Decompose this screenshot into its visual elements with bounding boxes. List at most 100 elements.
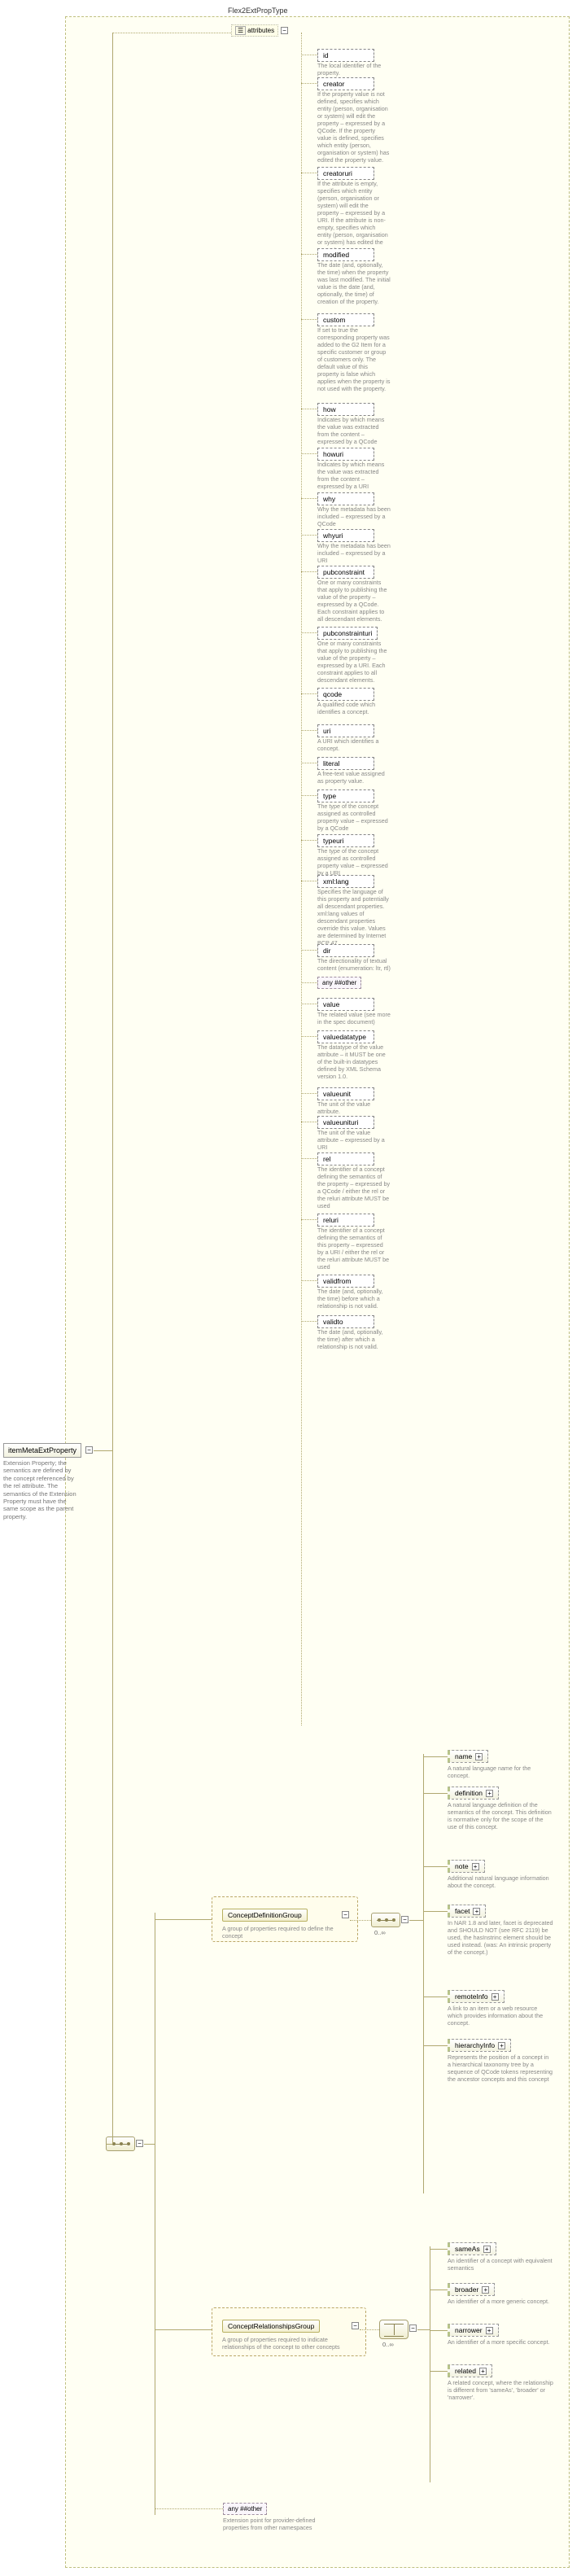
element-broader-ann: An identifier of a more generic concept. xyxy=(448,2298,553,2305)
element-note-expand[interactable]: + xyxy=(472,1863,479,1870)
element-narrower: narrower+ xyxy=(448,2324,499,2337)
any-element-ann: Extension point for provider-defined pro… xyxy=(223,2517,321,2531)
element-sameAs-expand[interactable]: + xyxy=(483,2246,491,2253)
element-remoteInfo-ann: A link to an item or a web resource whic… xyxy=(448,2005,553,2027)
element-remoteInfo-expand[interactable]: + xyxy=(491,1993,499,2001)
attr-type: type xyxy=(317,789,374,803)
rel-group-choice-expand[interactable]: − xyxy=(409,2325,417,2332)
attr-xml:lang-ann: Specifies the language of this property … xyxy=(317,888,392,947)
concept-def-group-ann: A group of properties required to define… xyxy=(222,1925,344,1940)
attr-valueunit: valueunit xyxy=(317,1087,374,1100)
attr-value: value xyxy=(317,998,374,1011)
any-attribute-box: any ##other xyxy=(317,977,361,989)
attr-valueunit-ann: The unit of the value attribute. xyxy=(317,1100,392,1115)
attr-pubconstrainturi: pubconstrainturi xyxy=(317,627,378,640)
rel-group-occ: 0..∞ xyxy=(382,2341,394,2348)
attr-reluri: reluri xyxy=(317,1214,374,1227)
root-element-label: itemMetaExtProperty xyxy=(8,1446,76,1454)
attr-whyuri-ann: Why the metadata has been included – exp… xyxy=(317,542,392,564)
element-broader-expand[interactable]: + xyxy=(482,2286,489,2294)
attributes-expand[interactable]: − xyxy=(281,27,288,34)
element-hierarchyInfo-expand[interactable]: + xyxy=(498,2042,505,2049)
attr-validfrom-ann: The date (and, optionally, the time) bef… xyxy=(317,1288,392,1310)
attr-how: how xyxy=(317,403,374,416)
any-element-box: any ##other xyxy=(223,2503,267,2515)
element-sameAs: sameAs+ xyxy=(448,2242,496,2255)
element-broader: broader+ xyxy=(448,2283,495,2296)
attr-valueunituri-ann: The unit of the value attribute – expres… xyxy=(317,1129,392,1151)
root-element-box: itemMetaExtProperty xyxy=(3,1443,81,1458)
element-name-ann: A natural language name for the concept. xyxy=(448,1765,553,1779)
element-sameAs-ann: An identifier of a concept with equivale… xyxy=(448,2257,553,2272)
attr-qcode: qcode xyxy=(317,688,374,701)
attr-value-ann: The related value (see more in the spec … xyxy=(317,1011,392,1026)
rel-group-choice xyxy=(379,2320,408,2339)
attr-custom: custom xyxy=(317,313,374,326)
element-narrower-expand[interactable]: + xyxy=(486,2327,493,2334)
element-name-expand[interactable]: + xyxy=(475,1753,483,1760)
diagram-canvas: Flex2ExtPropType itemMetaExtProperty − E… xyxy=(0,0,581,2576)
attr-id: id xyxy=(317,49,374,62)
attr-whyuri: whyuri xyxy=(317,529,374,542)
def-group-seq-expand[interactable]: − xyxy=(401,1916,408,1923)
attr-valuedatatype-ann: The datatype of the value attribute – it… xyxy=(317,1043,392,1080)
attr-qcode-ann: A qualified code which identifies a conc… xyxy=(317,701,392,715)
attr-dir: dir xyxy=(317,944,374,957)
attr-pubconstraint-ann: One or many constraints that apply to pu… xyxy=(317,579,392,623)
attr-modified: modified xyxy=(317,248,374,261)
attr-reluri-ann: The identifier of a concept defining the… xyxy=(317,1227,392,1271)
attr-dir-ann: The directionality of textual content (e… xyxy=(317,957,392,972)
element-facet: facet+ xyxy=(448,1905,486,1918)
attr-validfrom: validfrom xyxy=(317,1275,374,1288)
attr-validto-ann: The date (and, optionally, the time) aft… xyxy=(317,1328,392,1350)
concept-def-group-expand[interactable]: − xyxy=(342,1911,349,1918)
element-definition: definition+ xyxy=(448,1787,499,1800)
any-element-label: any ##other xyxy=(228,2505,262,2513)
concept-rel-group-expand[interactable]: − xyxy=(352,2322,359,2329)
attributes-group: ☰attributes xyxy=(231,24,278,37)
element-hierarchyInfo: hierarchyInfo+ xyxy=(448,2039,511,2052)
attr-howuri: howuri xyxy=(317,448,374,461)
sequence-expand[interactable]: − xyxy=(136,2140,143,2147)
attr-how-ann: Indicates by which means the value was e… xyxy=(317,416,392,445)
attr-modified-ann: The date (and, optionally, the time) whe… xyxy=(317,261,392,305)
attr-validto: validto xyxy=(317,1315,374,1328)
element-hierarchyInfo-ann: Represents the position of a concept in … xyxy=(448,2053,553,2083)
type-header: Flex2ExtPropType xyxy=(228,7,288,15)
attr-creatoruri-ann: If the attribute is empty, specifies whi… xyxy=(317,180,392,253)
concept-definition-group-label: ConceptDefinitionGroup xyxy=(222,1909,308,1922)
attr-literal: literal xyxy=(317,757,374,770)
attr-howuri-ann: Indicates by which means the value was e… xyxy=(317,461,392,490)
element-note: note+ xyxy=(448,1860,485,1873)
attr-typeuri-ann: The type of the concept assigned as cont… xyxy=(317,847,392,877)
attributes-label: attributes xyxy=(247,27,274,34)
attr-why-ann: Why the metadata has been included – exp… xyxy=(317,505,392,527)
concept-rel-group-label: ConceptRelationshipsGroup xyxy=(222,2320,320,2333)
element-related-ann: A related concept, where the relationshi… xyxy=(448,2379,553,2401)
def-group-seq xyxy=(371,1913,400,1927)
element-narrower-ann: An identifier of a more specific concept… xyxy=(448,2338,553,2346)
attr-rel-ann: The identifier of a concept defining the… xyxy=(317,1166,392,1209)
element-name: name+ xyxy=(448,1750,488,1763)
attr-rel: rel xyxy=(317,1152,374,1166)
element-facet-expand[interactable]: + xyxy=(473,1908,480,1915)
attr-custom-ann: If set to true the corresponding propert… xyxy=(317,326,392,392)
element-definition-expand[interactable]: + xyxy=(486,1790,493,1797)
element-remoteInfo: remoteInfo+ xyxy=(448,1990,505,2003)
attr-uri: uri xyxy=(317,724,374,737)
attr-typeuri: typeuri xyxy=(317,834,374,847)
element-related: related+ xyxy=(448,2364,492,2377)
root-annotation: Extension Property; the semantics are de… xyxy=(3,1459,76,1520)
root-expand[interactable]: − xyxy=(85,1446,93,1454)
element-note-ann: Additional natural language information … xyxy=(448,1874,553,1889)
attr-valueunituri: valueunituri xyxy=(317,1116,374,1129)
attr-type-ann: The type of the concept assigned as cont… xyxy=(317,803,392,832)
attr-creator-ann: If the property value is not defined, sp… xyxy=(317,90,392,164)
attr-id-ann: The local identifier of the property. xyxy=(317,62,392,77)
attr-why: why xyxy=(317,492,374,505)
attr-creator: creator xyxy=(317,77,374,90)
def-group-occ: 0..∞ xyxy=(374,1929,386,1936)
attr-literal-ann: A free-text value assigned as property v… xyxy=(317,770,392,785)
element-related-expand[interactable]: + xyxy=(479,2368,487,2375)
attr-uri-ann: A URI which identifies a concept. xyxy=(317,737,392,752)
